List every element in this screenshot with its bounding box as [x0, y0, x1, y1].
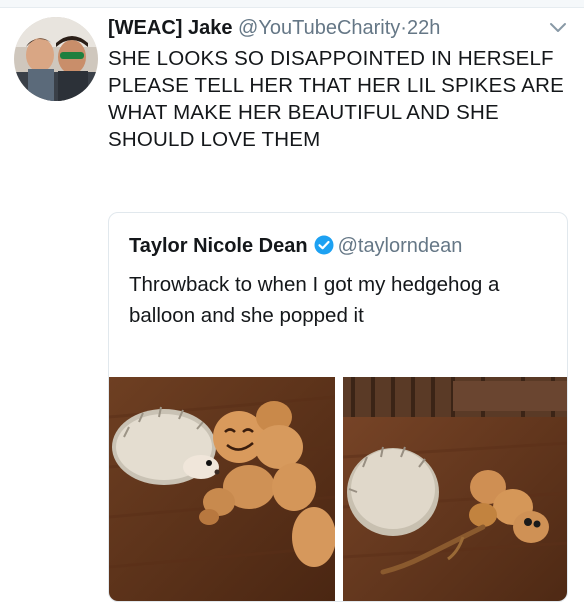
quoted-author-handle[interactable]: @taylorndean: [338, 235, 463, 257]
tweet-header: [WEAC] Jake @YouTubeCharity·22h: [108, 15, 440, 41]
chevron-down-icon[interactable]: [549, 22, 567, 34]
hedgehog-with-popped-balloon-photo[interactable]: [343, 377, 567, 601]
hedgehog-with-balloon-photo[interactable]: [109, 377, 335, 601]
quoted-media: [109, 377, 567, 601]
quoted-tweet[interactable]: Taylor Nicole Dean @taylorndean Throwbac…: [108, 212, 568, 602]
quoted-author-name[interactable]: Taylor Nicole Dean: [129, 235, 308, 257]
tweet-text: SHE LOOKS SO DISAPPOINTED IN HERSELF PLE…: [108, 47, 564, 151]
quoted-tweet-text: Throwback to when I got my hedgehog a ba…: [129, 273, 500, 327]
author-avatar[interactable]: [14, 17, 98, 101]
author-name[interactable]: [WEAC] Jake: [108, 17, 232, 39]
author-handle[interactable]: @YouTubeCharity: [238, 17, 400, 39]
verified-badge-icon: [314, 235, 334, 255]
top-separator: [0, 0, 584, 8]
separator-dot: ·: [400, 17, 407, 39]
tweet-timestamp[interactable]: 22h: [407, 17, 440, 39]
quoted-tweet-header: Taylor Nicole Dean @taylorndean: [129, 233, 462, 259]
